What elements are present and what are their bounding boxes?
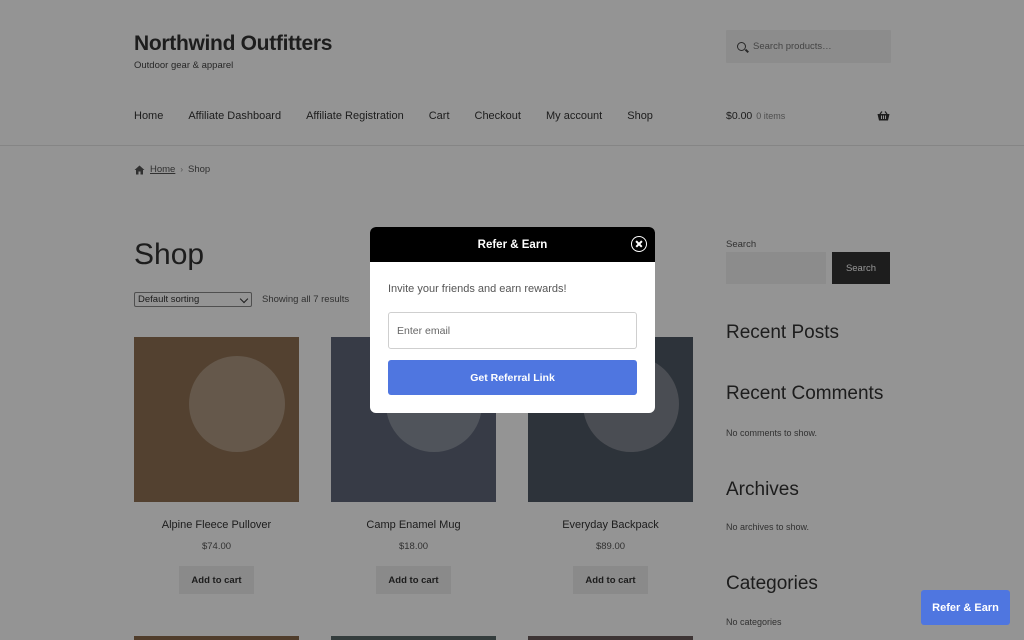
refer-earn-floating-button[interactable]: Refer & Earn (921, 590, 1010, 625)
close-icon[interactable] (631, 236, 647, 252)
email-field[interactable] (388, 312, 637, 349)
modal-header: Refer & Earn (370, 227, 655, 262)
refer-earn-modal: Refer & Earn Invite your friends and ear… (370, 227, 655, 413)
modal-subtitle: Invite your friends and earn rewards! (388, 283, 567, 295)
modal-title: Refer & Earn (477, 238, 548, 251)
get-referral-link-button[interactable]: Get Referral Link (388, 360, 637, 395)
